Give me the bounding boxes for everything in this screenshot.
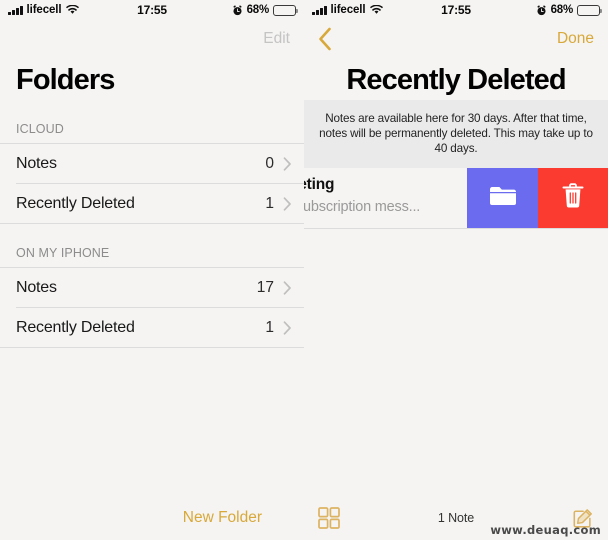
alarm-clock-icon (232, 4, 243, 16)
chevron-right-icon (283, 156, 292, 171)
folder-row-label: Recently Deleted (16, 194, 135, 212)
status-bar-right-group: 68% (232, 4, 299, 16)
trash-icon (561, 182, 585, 215)
chevron-right-icon (283, 196, 292, 211)
folder-row-count: 1 (265, 194, 274, 212)
delete-button[interactable] (538, 168, 608, 228)
move-to-folder-button[interactable] (467, 168, 538, 228)
page-title-recently-deleted: Recently Deleted (346, 64, 566, 96)
chevron-left-icon[interactable] (318, 27, 332, 51)
nav-bar-right: Done (304, 20, 608, 58)
note-list-item[interactable]: rketing subscription mess... (304, 168, 608, 228)
folder-row-iphone-recently-deleted[interactable]: Recently Deleted 1 (0, 308, 304, 347)
folder-icon (489, 185, 517, 212)
separator (0, 347, 304, 348)
edit-button[interactable]: Edit (263, 30, 290, 48)
folder-row-iphone-notes[interactable]: Notes 17 (0, 268, 304, 307)
page-title-folders: Folders (16, 64, 115, 96)
separator (304, 228, 608, 229)
nav-bar-left: Edit (0, 20, 304, 58)
status-bar-right-group: 68% (536, 4, 603, 16)
folder-row-label: Notes (16, 154, 57, 172)
battery-percent-label: 68% (550, 4, 574, 16)
folder-row-label: Notes (16, 278, 57, 296)
grid-view-icon[interactable] (318, 507, 340, 529)
folders-screen: lifecell 17:55 68% Edit Folders ICLOUD N… (0, 0, 304, 540)
status-bar-left: lifecell 17:55 68% (0, 0, 304, 20)
folder-row-label: Recently Deleted (16, 318, 135, 336)
recently-deleted-screen: lifecell 17:55 68% Done Recently Deleted… (304, 0, 608, 540)
section-header-icloud: ICLOUD (16, 122, 64, 136)
watermark: www.deuaq.com (490, 523, 601, 537)
section-header-on-my-iphone: ON MY IPHONE (16, 246, 110, 260)
new-folder-button[interactable]: New Folder (183, 509, 262, 527)
chevron-right-icon (283, 320, 292, 335)
status-bar-right: lifecell 17:55 68% (304, 0, 608, 20)
battery-icon (577, 4, 603, 16)
note-title: rketing (304, 176, 335, 193)
swipe-actions (467, 168, 608, 228)
note-subtitle: subscription mess... (304, 199, 421, 215)
folder-row-count: 1 (265, 318, 274, 336)
note-row-content[interactable]: rketing subscription mess... (304, 168, 467, 228)
folder-row-icloud-recently-deleted[interactable]: Recently Deleted 1 (0, 184, 304, 223)
note-count-label: 1 Note (437, 511, 475, 525)
folder-row-count: 0 (265, 154, 274, 172)
done-button[interactable]: Done (557, 30, 594, 48)
battery-percent-label: 68% (246, 4, 270, 16)
alarm-clock-icon (536, 4, 547, 16)
folder-row-count: 17 (256, 278, 274, 296)
bottom-toolbar-left: New Folder (0, 496, 304, 540)
folder-row-icloud-notes[interactable]: Notes 0 (0, 144, 304, 183)
info-banner: Notes are available here for 30 days. Af… (304, 100, 608, 168)
chevron-right-icon (283, 280, 292, 295)
battery-icon (273, 4, 299, 16)
